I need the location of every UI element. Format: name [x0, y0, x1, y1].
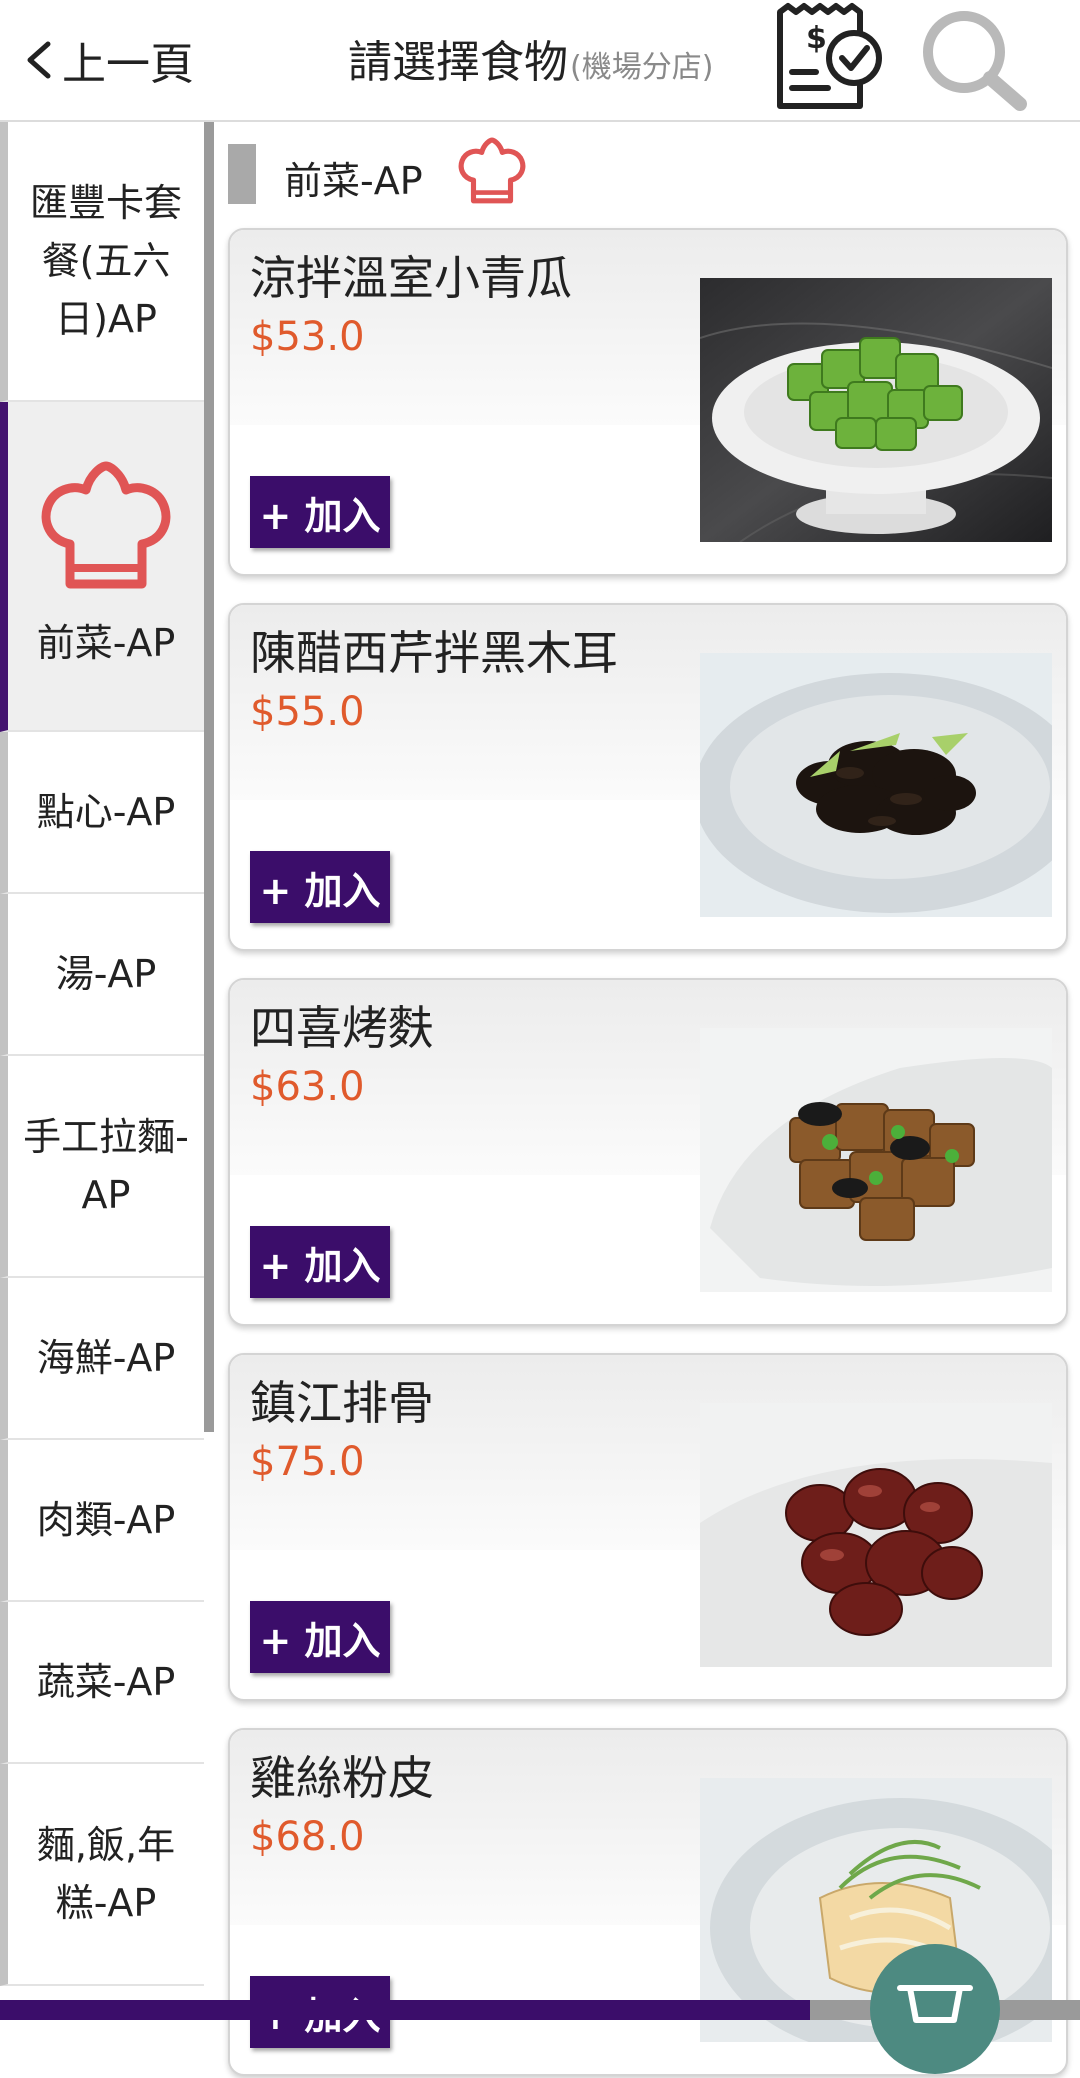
basket-icon: [897, 1985, 973, 2023]
chef-hat-icon: [41, 461, 171, 589]
back-label: 上一頁: [62, 39, 194, 90]
order-receipt-button[interactable]: $: [772, 2, 892, 114]
food-image: [700, 1028, 1052, 1292]
food-card: 陳醋西芹拌黑木耳 $55.0 + 加入: [228, 603, 1068, 951]
search-button[interactable]: [916, 4, 1032, 116]
category-header: 前菜-AP: [222, 124, 1080, 224]
sidebar-item-label: 肉類-AP: [36, 1498, 176, 1542]
add-button[interactable]: + 加入: [250, 1601, 390, 1673]
sidebar-scrollbar[interactable]: [204, 122, 214, 1432]
branch-name: (機場分店): [570, 50, 714, 85]
food-image: [700, 653, 1052, 917]
receipt-check-icon: $: [777, 3, 882, 109]
svg-text:$: $: [806, 21, 827, 56]
food-price: $68.0: [250, 1814, 365, 1860]
sidebar-item-soup[interactable]: 湯-AP: [0, 894, 204, 1056]
page-title-main: 請選擇食物: [348, 37, 568, 88]
food-name: 鎮江排骨: [250, 1376, 434, 1430]
food-card: 四喜烤麩 $63.0 + 加入: [228, 978, 1068, 1326]
sidebar-item-appetizer[interactable]: 前菜-AP: [0, 402, 204, 732]
sidebar-item-label: 麵,飯,年糕-AP: [36, 1823, 176, 1925]
chevron-left-icon: [27, 41, 51, 79]
food-name: 涼拌溫室小青瓜: [250, 251, 572, 305]
sidebar-item-vegetables[interactable]: 蔬菜-AP: [0, 1602, 204, 1764]
sidebar-item-label: 前菜-AP: [36, 621, 176, 665]
page-title: 請選擇食物 (機場分店): [348, 26, 713, 90]
food-price: $55.0: [250, 689, 365, 735]
food-price: $75.0: [250, 1439, 365, 1485]
app-header: 上一頁 請選擇食物 (機場分店) $: [0, 0, 1080, 122]
food-name: 四喜烤麩: [250, 1001, 434, 1055]
add-button[interactable]: + 加入: [250, 851, 390, 923]
sidebar-item-label: 蔬菜-AP: [36, 1660, 176, 1704]
add-button[interactable]: + 加入: [250, 1226, 390, 1298]
search-icon: [923, 11, 1027, 111]
food-card: 鎮江排骨 $75.0 + 加入: [228, 1353, 1068, 1701]
cart-button[interactable]: [870, 1944, 1000, 2074]
food-price: $53.0: [250, 314, 365, 360]
sidebar-item-dim-sum[interactable]: 點心-AP: [0, 732, 204, 894]
sidebar-item-hsbc-set[interactable]: 匯豐卡套餐(五六日)AP: [0, 122, 204, 402]
food-image: [700, 1403, 1052, 1667]
sidebar-item-label: 湯-AP: [55, 952, 157, 996]
food-image: [700, 278, 1052, 542]
sidebar-item-label: 匯豐卡套餐(五六日)AP: [29, 181, 182, 341]
chef-hat-icon: [458, 137, 526, 204]
category-title: 前菜-AP: [284, 159, 423, 203]
category-marker: [228, 144, 256, 204]
sidebar-item-meat[interactable]: 肉類-AP: [0, 1440, 204, 1602]
sidebar-item-seafood[interactable]: 海鮮-AP: [0, 1278, 204, 1440]
sidebar-item-label: 海鮮-AP: [36, 1336, 176, 1380]
sidebar-item-label: 手工拉麵-AP: [23, 1115, 189, 1217]
sidebar-item-label: 點心-AP: [36, 790, 176, 834]
back-button[interactable]: 上一頁: [22, 22, 194, 98]
food-name: 雞絲粉皮: [250, 1751, 434, 1805]
food-price: $63.0: [250, 1064, 365, 1110]
bottom-checkout-bar[interactable]: [0, 2000, 810, 2020]
food-card: 涼拌溫室小青瓜 $53.0 + 加入: [228, 228, 1068, 576]
category-sidebar: 匯豐卡套餐(五六日)AP 前菜-AP 點心-AP 湯-AP 手工拉麵-AP 海鮮…: [0, 122, 214, 2000]
food-name: 陳醋西芹拌黑木耳: [250, 626, 618, 680]
sidebar-item-noodles[interactable]: 手工拉麵-AP: [0, 1056, 204, 1278]
sidebar-item-rice-noodle-ricecake[interactable]: 麵,飯,年糕-AP: [0, 1764, 204, 1986]
add-button[interactable]: + 加入: [250, 476, 390, 548]
